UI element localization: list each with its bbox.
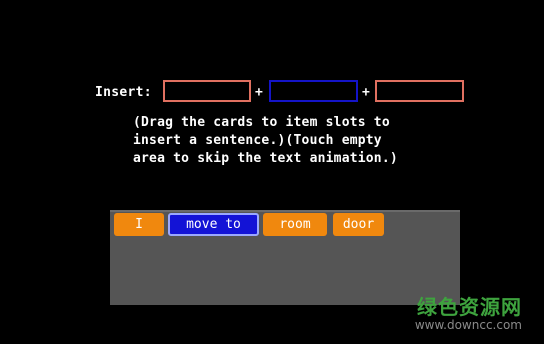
item-slot-1[interactable] xyxy=(163,80,251,102)
watermark-title: 绿色资源网 xyxy=(417,295,522,319)
card-room[interactable]: room xyxy=(263,213,327,236)
card-door[interactable]: door xyxy=(333,213,384,236)
watermark: 绿色资源网 www.downcc.com xyxy=(415,296,522,332)
insert-row: Insert: + + xyxy=(0,0,544,120)
item-slot-2[interactable] xyxy=(269,80,358,102)
instructions-text: (Drag the cards to item slots to insert … xyxy=(133,115,398,166)
insert-label: Insert: xyxy=(95,85,152,100)
item-slot-3[interactable] xyxy=(375,80,464,102)
plus-sign-1: + xyxy=(255,85,263,100)
card-i[interactable]: I xyxy=(114,213,164,236)
plus-sign-2: + xyxy=(362,85,370,100)
card-move-to[interactable]: move to xyxy=(168,213,259,236)
watermark-url: www.downcc.com xyxy=(414,318,522,332)
